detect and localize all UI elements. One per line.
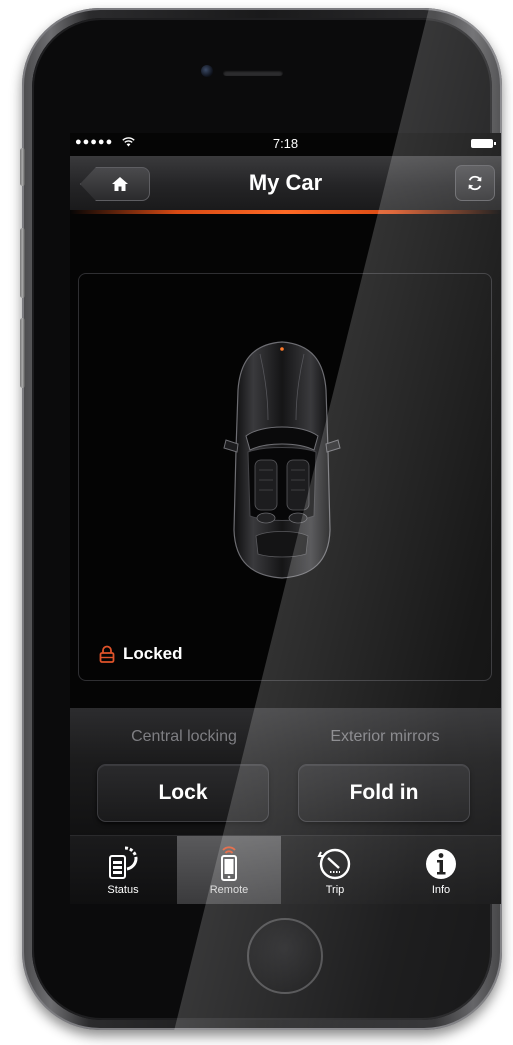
convertible-car-top-view <box>223 341 341 579</box>
padlock-icon <box>99 645 115 663</box>
trip-gauge-icon <box>317 848 351 880</box>
remote-controls: Central locking Exterior mirrors Lock Fo… <box>70 708 501 835</box>
nav-accent-line <box>70 210 501 214</box>
tab-bar: Status Remote Trip Info <box>70 835 501 904</box>
fold-in-mirrors-button[interactable]: Fold in <box>298 764 470 822</box>
remote-phone-icon <box>221 846 237 881</box>
tab-remote[interactable]: Remote <box>177 836 281 904</box>
refresh-icon <box>468 175 482 191</box>
mute-switch <box>20 148 25 186</box>
lock-status: Locked <box>99 644 183 664</box>
car-status-panel: Locked <box>78 273 492 681</box>
tab-remote-label: Remote <box>209 884 249 896</box>
central-locking-label: Central locking <box>131 728 237 745</box>
app-screen: ●●●●● 7:18 My Car Locked Central locking… <box>70 133 501 904</box>
tab-info-label: Info <box>431 884 451 896</box>
tab-status[interactable]: Status <box>71 836 175 904</box>
status-bar: ●●●●● 7:18 <box>70 133 501 155</box>
tab-status-label: Status <box>107 884 139 896</box>
lock-status-label: Locked <box>123 644 183 663</box>
battery-icon <box>471 139 496 148</box>
earpiece-speaker <box>223 70 283 76</box>
volume-down-button <box>20 318 25 388</box>
exterior-mirrors-label: Exterior mirrors <box>330 728 440 745</box>
page-title: My Car <box>248 170 323 195</box>
tab-trip[interactable]: Trip <box>283 836 387 904</box>
front-camera <box>201 65 213 77</box>
status-icon <box>109 846 138 879</box>
home-hardware-button[interactable] <box>247 918 323 994</box>
info-icon <box>426 849 456 879</box>
status-time: 7:18 <box>272 136 299 151</box>
tab-info[interactable]: Info <box>389 836 493 904</box>
refresh-button[interactable] <box>455 165 495 201</box>
navigation-bar: My Car <box>70 156 501 210</box>
lock-button[interactable]: Lock <box>97 764 269 822</box>
tab-trip-label: Trip <box>325 884 345 896</box>
volume-up-button <box>20 228 25 298</box>
